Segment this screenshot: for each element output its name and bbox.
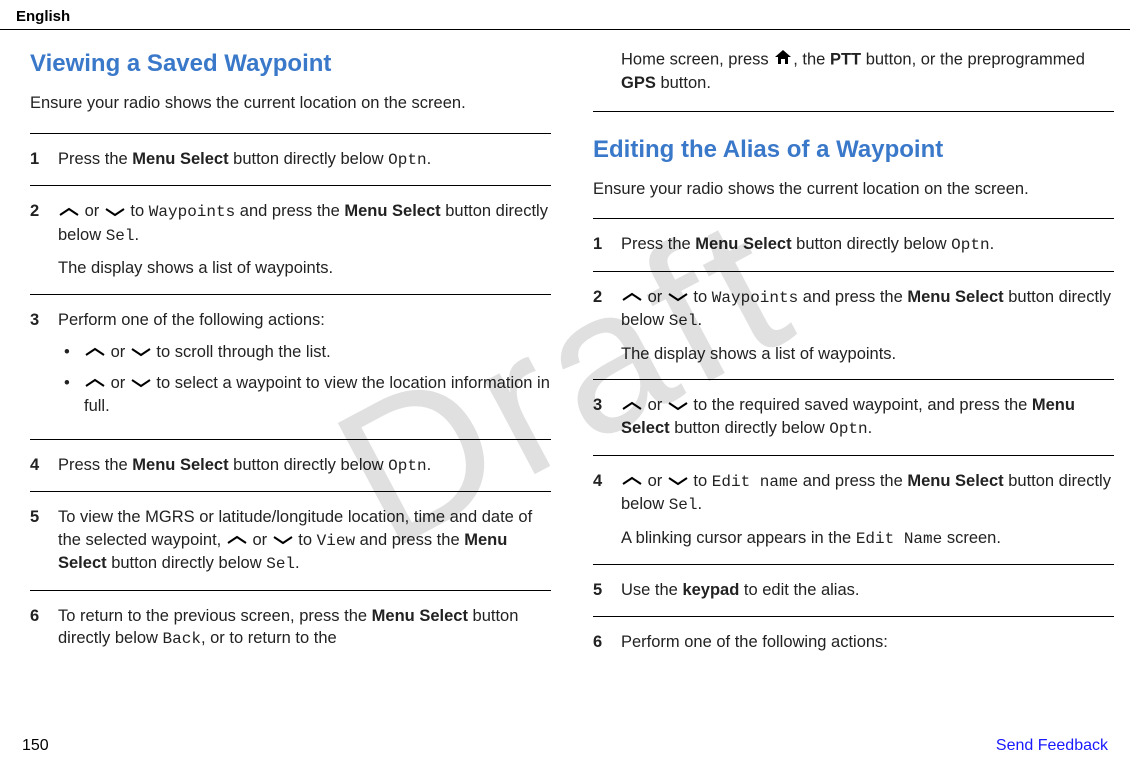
- separator: [593, 111, 1114, 112]
- left-column: Viewing a Saved Waypoint Ensure your rad…: [16, 30, 565, 653]
- send-feedback-link[interactable]: Send Feedback: [996, 737, 1108, 755]
- up-icon: [621, 470, 643, 492]
- step-body: Press the Menu Select button directly be…: [621, 233, 1114, 257]
- down-icon: [667, 470, 689, 492]
- step-body: Perform one of the following actions:: [621, 631, 1114, 653]
- step-body: or to Waypoints and press the Menu Selec…: [58, 200, 551, 279]
- page-footer: 150 Send Feedback: [0, 737, 1130, 755]
- up-icon: [58, 201, 80, 223]
- step: 4 Press the Menu Select button directly …: [30, 439, 551, 492]
- step: 2 or to Waypoints and press the Menu Sel…: [30, 185, 551, 293]
- step-body: To view the MGRS or latitude/longitude l…: [58, 506, 551, 575]
- step-number: 6: [593, 631, 621, 653]
- step-body: Press the Menu Select button directly be…: [58, 454, 551, 478]
- step-number: 4: [30, 454, 58, 478]
- page-content: Viewing a Saved Waypoint Ensure your rad…: [0, 30, 1130, 653]
- up-icon: [226, 529, 248, 551]
- step-body: Use the keypad to edit the alias.: [621, 579, 1114, 601]
- step-body: or to the required saved waypoint, and p…: [621, 394, 1114, 440]
- step-continuation: Home screen, press , the PTT button, or …: [593, 48, 1114, 111]
- intro-editing: Ensure your radio shows the current loca…: [593, 178, 1114, 200]
- up-icon: [84, 341, 106, 363]
- step: 2 or to Waypoints and press the Menu Sel…: [593, 271, 1114, 379]
- step-number: 2: [593, 286, 621, 365]
- step: 6 Perform one of the following actions:: [593, 616, 1114, 653]
- section-title-editing: Editing the Alias of a Waypoint: [593, 134, 1114, 166]
- up-icon: [621, 395, 643, 417]
- step-body: Perform one of the following actions: • …: [58, 309, 551, 425]
- down-icon: [667, 395, 689, 417]
- step: 1 Press the Menu Select button directly …: [30, 133, 551, 186]
- down-icon: [130, 372, 152, 394]
- down-icon: [130, 341, 152, 363]
- down-icon: [272, 529, 294, 551]
- page-number: 150: [22, 737, 49, 755]
- step: 5 Use the keypad to edit the alias.: [593, 564, 1114, 615]
- down-icon: [104, 201, 126, 223]
- step-number: 1: [593, 233, 621, 257]
- down-icon: [667, 286, 689, 308]
- step: 6 To return to the previous screen, pres…: [30, 590, 551, 651]
- step-number: 5: [593, 579, 621, 601]
- language-header: English: [0, 0, 1130, 30]
- list-item: • or to select a waypoint to view the lo…: [58, 372, 551, 417]
- step-number: 1: [30, 148, 58, 172]
- home-icon: [773, 48, 793, 72]
- step: 4 or to Edit name and press the Menu Sel…: [593, 455, 1114, 565]
- up-icon: [621, 286, 643, 308]
- up-icon: [84, 372, 106, 394]
- step: 3 or to the required saved waypoint, and…: [593, 379, 1114, 454]
- step: 5 To view the MGRS or latitude/longitude…: [30, 491, 551, 589]
- list-item: • or to scroll through the list.: [58, 341, 551, 364]
- step-number: 3: [30, 309, 58, 425]
- step-number: 3: [593, 394, 621, 440]
- step: 3 Perform one of the following actions: …: [30, 294, 551, 439]
- step-number: 2: [30, 200, 58, 279]
- right-column: Home screen, press , the PTT button, or …: [565, 30, 1114, 653]
- step-number: 4: [593, 470, 621, 551]
- step-body: To return to the previous screen, press …: [58, 605, 551, 651]
- step-number: 5: [30, 506, 58, 575]
- step: 1 Press the Menu Select button directly …: [593, 218, 1114, 271]
- intro-viewing: Ensure your radio shows the current loca…: [30, 92, 551, 114]
- step-number: 6: [30, 605, 58, 651]
- step-body: Press the Menu Select button directly be…: [58, 148, 551, 172]
- section-title-viewing: Viewing a Saved Waypoint: [30, 48, 551, 80]
- step-body: or to Edit name and press the Menu Selec…: [621, 470, 1114, 551]
- step-body: or to Waypoints and press the Menu Selec…: [621, 286, 1114, 365]
